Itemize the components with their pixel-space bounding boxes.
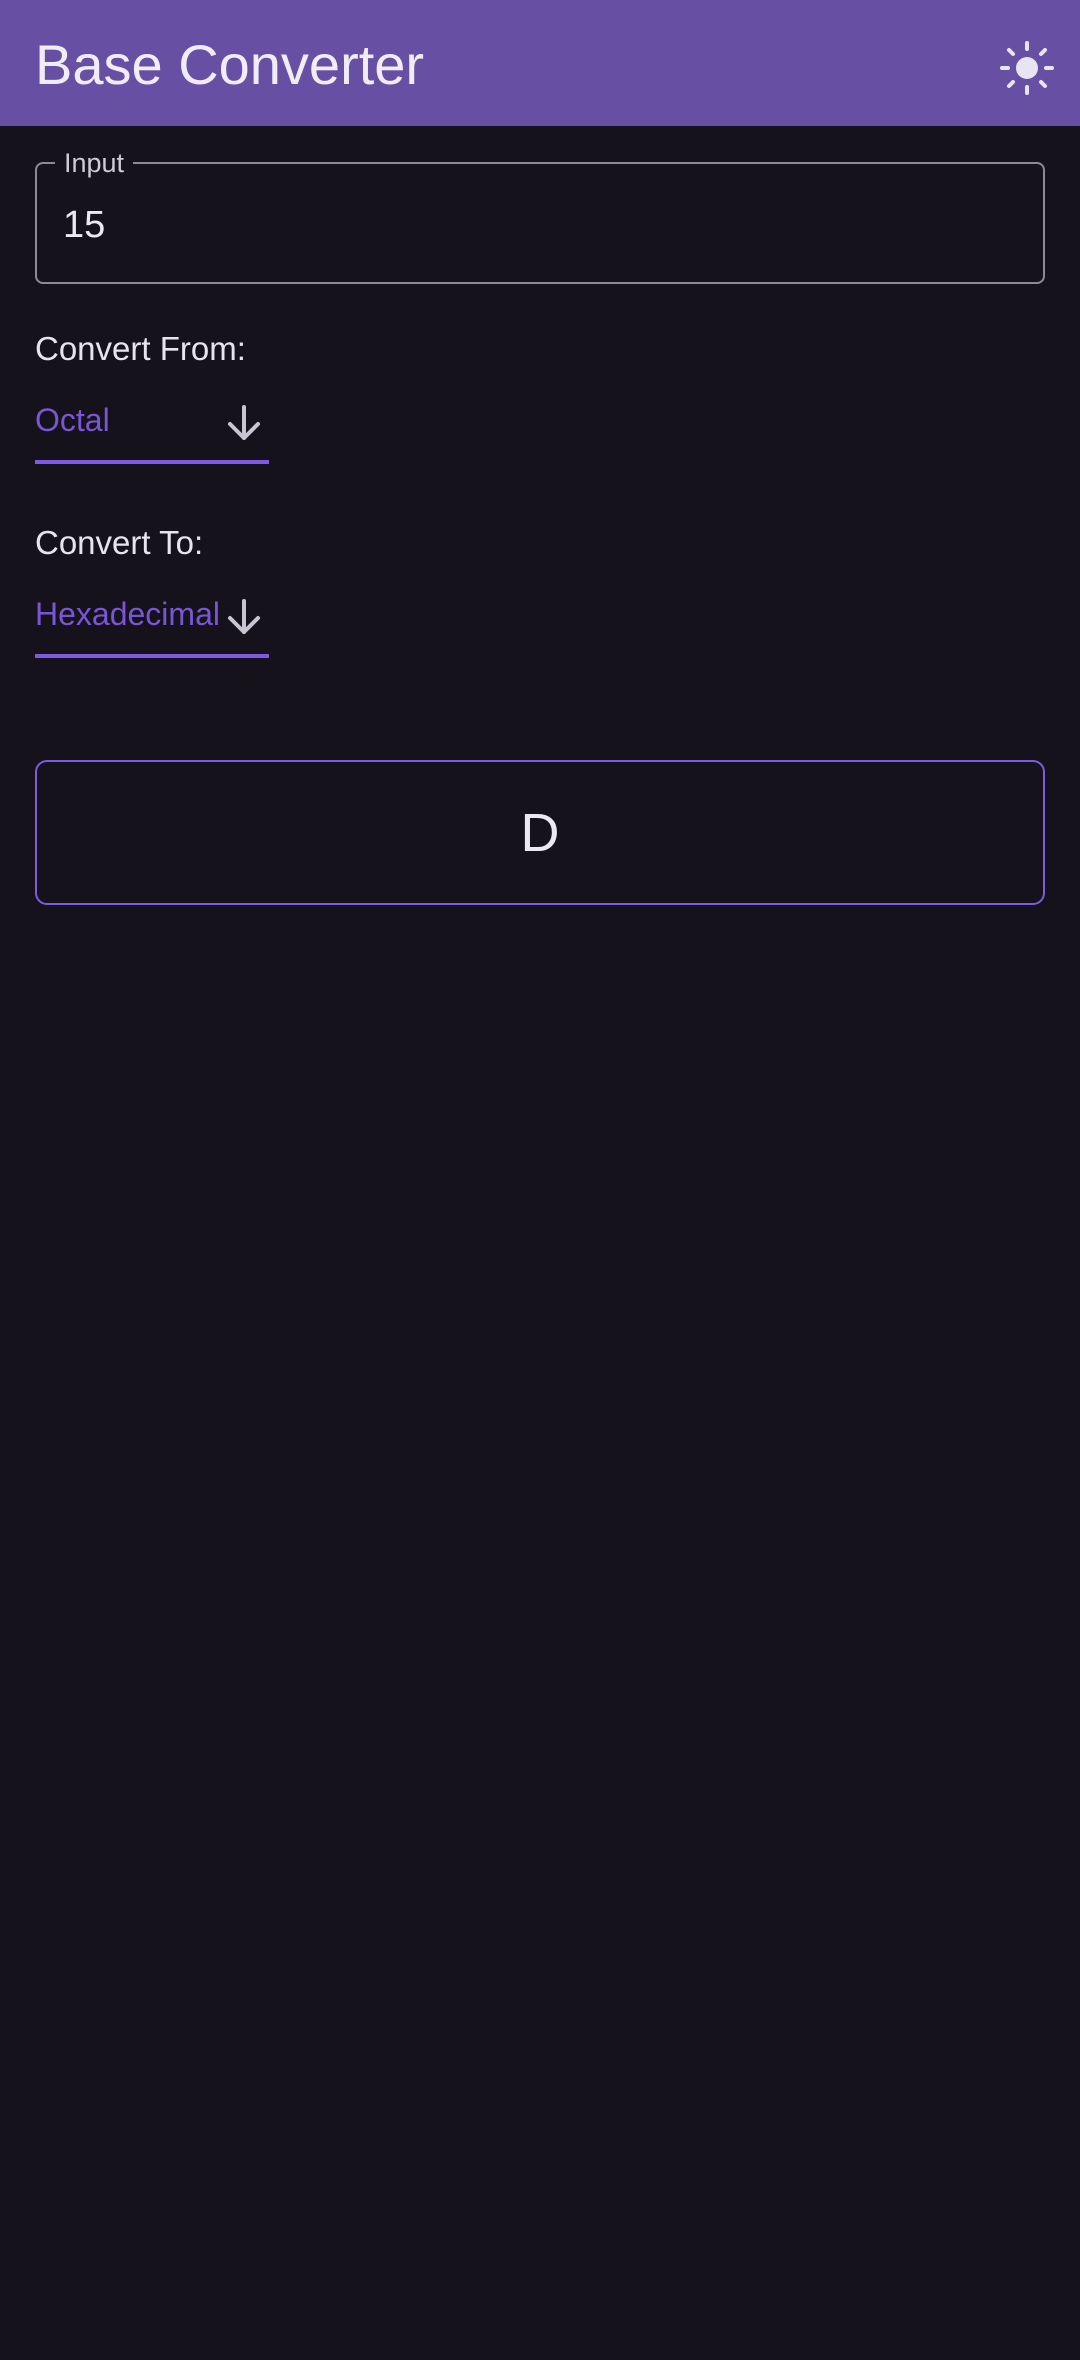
arrow-down-icon [228,599,260,634]
input-field[interactable]: Input 15 [35,147,1045,284]
input-value[interactable]: 15 [63,164,105,282]
theme-toggle-button[interactable] [992,33,1062,103]
convert-to-selected: Hexadecimal [35,596,220,632]
arrow-down-icon [228,405,260,440]
convert-from-label: Convert From: [35,330,246,367]
sun-icon [1000,41,1054,95]
app-bar: Base Converter [0,0,1080,126]
convert-from-dropdown[interactable]: Octal [35,398,269,464]
convert-to-dropdown[interactable]: Hexadecimal [35,592,269,658]
result-value: D [520,802,560,863]
result-box: D [35,760,1045,905]
convert-to-label: Convert To: [35,524,204,561]
convert-from-selected: Octal [35,402,110,438]
app-title: Base Converter [35,33,425,96]
